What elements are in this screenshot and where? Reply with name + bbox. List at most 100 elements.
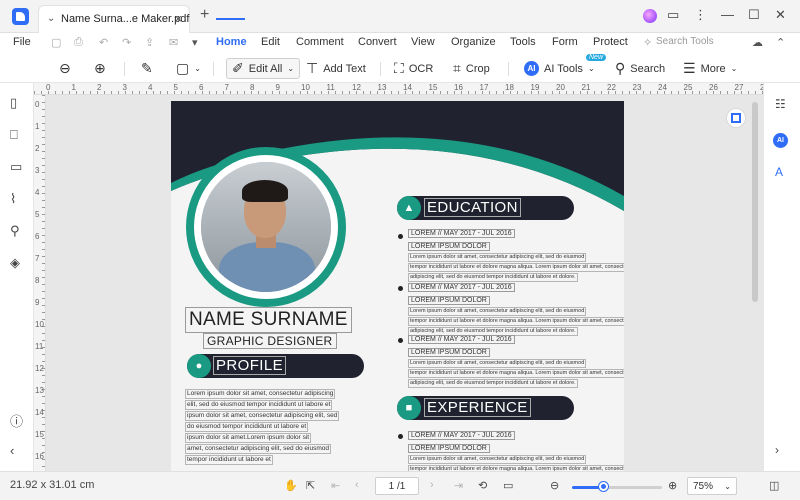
first-page-icon[interactable]: ⇤	[331, 479, 340, 492]
menu-form[interactable]: Form	[552, 36, 578, 48]
entry-title[interactable]: LOREM IPSUM DOLOR	[408, 296, 490, 305]
ruler-tick-label: 25	[683, 83, 693, 92]
share-icon[interactable]: ⇪	[145, 36, 154, 49]
bookmark-icon[interactable]: ⎕	[10, 127, 18, 143]
page-layout-icon[interactable]: ▭	[503, 479, 513, 492]
more-vertical-icon[interactable]: ⋮	[694, 7, 707, 23]
profile-text[interactable]: Lorem ipsum dolor sit amet, consectetur …	[185, 389, 340, 466]
properties-icon[interactable]: ☷	[775, 97, 786, 111]
profile-line: amet, consectetur adipiscing elit, sed d…	[185, 444, 331, 454]
app-logo-icon[interactable]	[12, 8, 29, 25]
horizontal-ruler: 0 1 2 3 4 5 6 7 8 9 10 11 12 13 14 15 16 17 18 19 20 21 22 23 24…	[34, 83, 769, 95]
ai-tools-button[interactable]: AI AI Tools ⌄	[524, 58, 595, 79]
entry-date[interactable]: LOREM // MAY 2017 - JUL 2016	[408, 431, 515, 440]
entry-line: tempor incididunt ut labore et dolore ma…	[408, 369, 624, 378]
add-text-button[interactable]: ⊤ Add Text	[306, 58, 366, 79]
menu-tools[interactable]: Tools	[510, 36, 536, 48]
layers-icon[interactable]: ◈	[10, 255, 20, 271]
ruler-tick-label: 13	[35, 386, 44, 395]
menu-protect[interactable]: Protect	[593, 36, 628, 48]
entry-title[interactable]: LOREM IPSUM DOLOR	[408, 444, 490, 453]
zoom-slider-handle[interactable]	[599, 482, 609, 491]
ruler-tick-label: 2	[97, 83, 102, 92]
minimize-button[interactable]: —	[721, 7, 734, 22]
maximize-button[interactable]: ☐	[748, 7, 760, 23]
zoom-out-button[interactable]: ⊖	[59, 58, 71, 79]
search-icon[interactable]: ⚲	[10, 223, 20, 239]
select-tool-icon[interactable]: ⇱	[306, 479, 315, 492]
menu-edit[interactable]: Edit	[261, 36, 280, 48]
menu-view[interactable]: View	[411, 36, 435, 48]
display-mode-icon[interactable]: ◫	[769, 479, 779, 492]
collapse-left-icon[interactable]: ‹	[10, 443, 14, 458]
entry-title[interactable]: LOREM IPSUM DOLOR	[408, 348, 490, 357]
redo-icon[interactable]: ↷	[122, 36, 131, 49]
cloud-upload-icon[interactable]: ☁	[752, 36, 763, 49]
new-tab-button[interactable]: +	[200, 6, 209, 24]
resume-job-title[interactable]: GRAPHIC DESIGNER	[203, 333, 337, 349]
close-tab-icon[interactable]: ×	[174, 11, 182, 26]
entry-text[interactable]: Lorem ipsum dolor sit amet, consectetur …	[408, 455, 624, 471]
document-canvas[interactable]: NAME SURNAME GRAPHIC DESIGNER ● PROFILE …	[46, 95, 763, 471]
menu-organize[interactable]: Organize	[451, 36, 496, 48]
zoom-out-icon[interactable]: ⊖	[550, 479, 559, 492]
search-tools-input[interactable]: Search Tools	[656, 36, 714, 47]
entry-text[interactable]: Lorem ipsum dolor sit amet, consectetur …	[408, 307, 624, 337]
menu-home[interactable]: Home	[216, 36, 247, 48]
close-window-button[interactable]: ✕	[775, 7, 786, 23]
zoom-in-button[interactable]: ⊕	[94, 58, 106, 79]
edit-all-button[interactable]: ✐ Edit All ⌄	[226, 58, 301, 79]
profile-photo-frame	[186, 147, 346, 307]
vertical-scrollbar[interactable]	[752, 102, 758, 302]
search-label: Search	[630, 62, 666, 75]
profile-heading[interactable]: PROFILE	[213, 356, 286, 375]
feedback-icon[interactable]: ▭	[667, 7, 679, 23]
resume-page[interactable]: NAME SURNAME GRAPHIC DESIGNER ● PROFILE …	[171, 101, 624, 471]
attachment-icon[interactable]: ⌇	[10, 191, 16, 207]
search-button[interactable]: ⚲ Search	[615, 58, 665, 79]
ruler-tick-label: 10	[35, 320, 44, 329]
menu-comment[interactable]: Comment	[296, 36, 344, 48]
entry-text[interactable]: Lorem ipsum dolor sit amet, consectetur …	[408, 253, 624, 283]
entry-date[interactable]: LOREM // MAY 2017 - JUL 2016	[408, 335, 515, 344]
comment-icon[interactable]: ▭	[10, 159, 22, 175]
crop-button[interactable]: ⌗ Crop	[453, 58, 490, 79]
save-icon[interactable]: ▢	[51, 36, 61, 49]
menu-convert[interactable]: Convert	[358, 36, 397, 48]
menu-file[interactable]: File	[13, 36, 31, 48]
zoom-select[interactable]: 75% ⌄	[687, 477, 737, 495]
entry-date[interactable]: LOREM // MAY 2017 - JUL 2016	[408, 283, 515, 292]
more-button[interactable]: ☰ More ⌄	[683, 58, 737, 79]
entry-text[interactable]: Lorem ipsum dolor sit amet, consectetur …	[408, 359, 624, 389]
education-heading[interactable]: EDUCATION	[424, 198, 521, 217]
ai-assistant-icon[interactable]: AI	[773, 133, 788, 148]
entry-date[interactable]: LOREM // MAY 2017 - JUL 2016	[408, 229, 515, 238]
print-icon[interactable]: ⎙	[74, 36, 83, 49]
shape-button[interactable]: ▢ ⌄	[176, 58, 201, 79]
translate-icon[interactable]: A	[775, 165, 783, 179]
chevron-down-icon[interactable]: ⌄	[47, 13, 55, 24]
zoom-in-icon[interactable]: ⊕	[668, 479, 677, 492]
collapse-ribbon-icon[interactable]: ⌃	[776, 36, 785, 49]
chevron-down-icon: ⌄	[587, 64, 595, 73]
resume-name[interactable]: NAME SURNAME	[185, 307, 352, 333]
thumbnail-icon[interactable]: ▯	[10, 95, 17, 111]
next-page-icon[interactable]: ›	[430, 479, 434, 491]
avatar[interactable]	[643, 9, 657, 23]
undo-icon[interactable]: ↶	[99, 36, 108, 49]
rotate-icon[interactable]: ⟲	[478, 479, 487, 492]
last-page-icon[interactable]: ⇥	[454, 479, 463, 492]
page-number-input[interactable]: 1 /1	[375, 477, 419, 495]
collapse-right-icon[interactable]: ›	[775, 443, 779, 457]
highlight-button[interactable]: ✎	[141, 58, 153, 79]
hand-tool-icon[interactable]: ✋	[284, 479, 298, 492]
previous-page-icon[interactable]: ‹	[355, 479, 359, 491]
help-icon[interactable]: ⓘ	[10, 411, 23, 430]
fit-page-button[interactable]	[726, 108, 746, 128]
ocr-button[interactable]: ⛶ OCR	[394, 58, 433, 79]
document-tab[interactable]: ⌄ Name Surna...e Maker.pdf ×	[38, 5, 190, 33]
dropdown-icon[interactable]: ▾	[192, 36, 198, 49]
experience-heading[interactable]: EXPERIENCE	[424, 398, 531, 417]
mail-icon[interactable]: ✉	[169, 36, 178, 49]
entry-title[interactable]: LOREM IPSUM DOLOR	[408, 242, 490, 251]
